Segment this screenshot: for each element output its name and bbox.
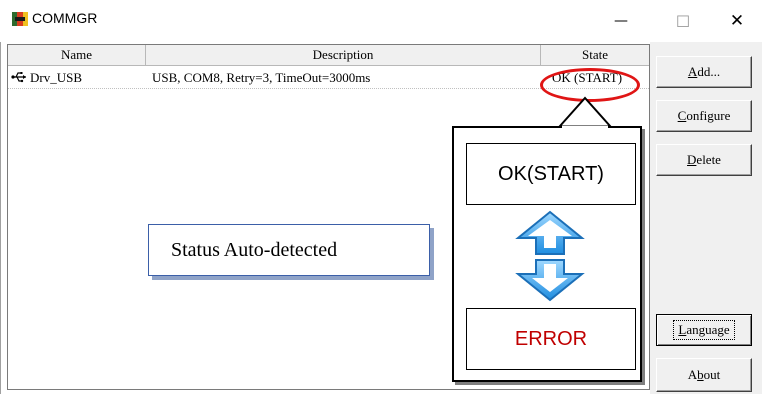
- configure-button-label: onfigure: [686, 108, 731, 123]
- language-button[interactable]: Language: [656, 314, 752, 346]
- configure-button[interactable]: Configure: [656, 100, 752, 132]
- up-down-arrows-icon: [515, 210, 585, 302]
- column-header-state[interactable]: State: [541, 45, 649, 66]
- close-button[interactable]: ✕: [714, 6, 760, 36]
- close-icon: ✕: [729, 11, 745, 31]
- minimize-icon: —: [614, 13, 628, 29]
- delete-button[interactable]: Delete: [656, 144, 752, 176]
- add-button-mnemonic: A: [687, 64, 698, 79]
- ok-state-box: OK(START): [466, 143, 636, 205]
- maximize-button[interactable]: ☐: [660, 6, 706, 36]
- usb-icon: [11, 72, 26, 83]
- about-button[interactable]: Ab out: [656, 358, 752, 392]
- error-state-box: ERROR: [466, 308, 636, 370]
- delete-button-mnemonic: D: [687, 152, 697, 167]
- column-header-description[interactable]: Description: [146, 45, 541, 66]
- add-button-label: dd...: [697, 64, 721, 79]
- row-name: Drv_USB: [30, 70, 83, 85]
- configure-button-mnemonic: C: [677, 108, 687, 123]
- button-panel: Add... Configure Delete Language Ab out: [650, 42, 762, 394]
- status-auto-detected-label: Status Auto-detected: [148, 224, 430, 276]
- list-header: Name Description State: [8, 45, 649, 66]
- maximize-icon: ☐: [675, 11, 691, 31]
- window-border: [0, 42, 1, 394]
- minimize-button[interactable]: —: [598, 6, 644, 36]
- title-bar: COMMGR — ☐ ✕: [0, 0, 762, 42]
- row-description: USB, COM8, Retry=3, TimeOut=3000ms: [152, 70, 371, 85]
- column-header-name[interactable]: Name: [8, 45, 146, 66]
- window-title: COMMGR: [32, 10, 98, 26]
- state-highlight-ellipse: [540, 68, 640, 102]
- app-icon: [12, 12, 28, 26]
- language-button-focus: Language: [673, 320, 735, 340]
- add-button[interactable]: Add...: [656, 56, 752, 88]
- about-button-prefix: A: [687, 367, 698, 382]
- language-button-label: anguage: [686, 322, 730, 337]
- delete-button-label: elete: [696, 152, 721, 167]
- about-button-label: out: [703, 367, 721, 382]
